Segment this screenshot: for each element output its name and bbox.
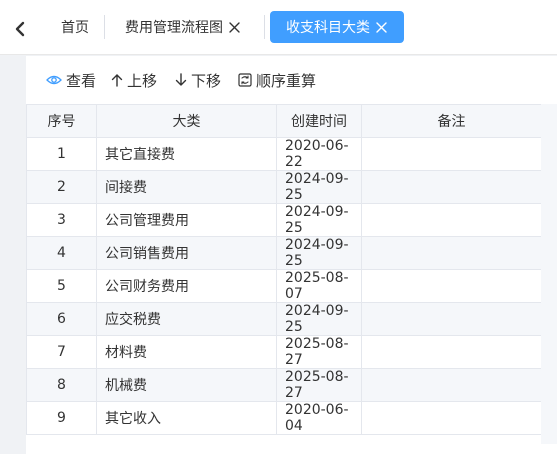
row-number: 2 — [26, 170, 97, 204]
view-button-label: 查看 — [66, 71, 97, 90]
created-date: 2020-06-22 — [276, 137, 362, 171]
category-name: 公司管理费用 — [96, 203, 277, 237]
move-down-button-label: 下移 — [191, 71, 222, 90]
tab-bar: 首页 费用管理流程图 收支科目大类 — [0, 0, 557, 55]
row-number: 7 — [26, 335, 97, 369]
table-row[interactable]: 9 其它收入 2020-06-04 — [26, 401, 542, 435]
remark-cell — [361, 401, 542, 435]
column-header-category[interactable]: 大类 — [96, 104, 277, 138]
remark-cell — [361, 203, 542, 237]
table-right-gutter — [541, 104, 557, 444]
row-number: 9 — [26, 401, 97, 435]
category-name: 公司销售费用 — [96, 236, 277, 270]
category-name: 机械费 — [96, 368, 277, 402]
created-date: 2025-08-27 — [276, 335, 362, 369]
close-icon — [376, 21, 387, 33]
table-header-row: 序号 大类 创建时间 备注 — [26, 104, 542, 138]
remark-cell — [361, 302, 542, 336]
column-header-remark[interactable]: 备注 — [361, 104, 542, 138]
table-row[interactable]: 8 机械费 2025-08-27 — [26, 368, 542, 402]
row-number: 8 — [26, 368, 97, 402]
row-number: 6 — [26, 302, 97, 336]
created-date: 2020-06-04 — [276, 401, 362, 435]
tab-fee-flow[interactable]: 费用管理流程图 — [114, 11, 240, 43]
move-up-button[interactable]: 上移 — [111, 70, 157, 90]
remark-cell — [361, 236, 542, 270]
row-number: 3 — [26, 203, 97, 237]
created-date: 2024-09-25 — [276, 302, 362, 336]
tab-income-expense-category-close[interactable] — [376, 21, 387, 33]
table-row[interactable]: 6 应交税费 2024-09-25 — [26, 302, 542, 336]
category-name: 间接费 — [96, 170, 277, 204]
remark-cell — [361, 269, 542, 303]
row-number: 5 — [26, 269, 97, 303]
reorder-button[interactable]: 顺序重算 — [238, 70, 316, 90]
table-row[interactable]: 3 公司管理费用 2024-09-25 — [26, 203, 542, 237]
tab-income-expense-category[interactable]: 收支科目大类 — [270, 11, 404, 43]
tab-home-label: 首页 — [61, 20, 89, 36]
remark-cell — [361, 335, 542, 369]
back-button[interactable] — [10, 17, 30, 41]
tab-home[interactable]: 首页 — [46, 11, 104, 43]
arrow-up-icon — [111, 74, 123, 87]
tab-fee-flow-label: 费用管理流程图 — [125, 20, 223, 36]
eye-icon — [46, 75, 62, 85]
tab-fee-flow-close[interactable] — [229, 21, 240, 33]
reorder-button-label: 顺序重算 — [256, 71, 317, 90]
remark-cell — [361, 368, 542, 402]
created-date: 2024-09-25 — [276, 170, 362, 204]
move-down-button[interactable]: 下移 — [175, 70, 221, 90]
remark-cell — [361, 137, 542, 171]
category-name: 其它直接费 — [96, 137, 277, 171]
reorder-icon — [238, 73, 252, 87]
category-name: 公司财务费用 — [96, 269, 277, 303]
category-table: 序号 大类 创建时间 备注 1 其它直接费 2020-06-22 2 间接费 2… — [26, 104, 542, 435]
table-row[interactable]: 2 间接费 2024-09-25 — [26, 170, 542, 204]
table-row[interactable]: 4 公司销售费用 2024-09-25 — [26, 236, 542, 270]
table-row[interactable]: 7 材料费 2025-08-27 — [26, 335, 542, 369]
row-number: 4 — [26, 236, 97, 270]
created-date: 2024-09-25 — [276, 236, 362, 270]
move-up-button-label: 上移 — [127, 71, 158, 90]
close-icon — [229, 21, 240, 33]
remark-cell — [361, 170, 542, 204]
category-name: 材料费 — [96, 335, 277, 369]
created-date: 2024-09-25 — [276, 203, 362, 237]
row-number: 1 — [26, 137, 97, 171]
created-date: 2025-08-27 — [276, 368, 362, 402]
tab-income-expense-category-label: 收支科目大类 — [286, 20, 370, 36]
column-header-no[interactable]: 序号 — [26, 104, 97, 138]
category-name: 其它收入 — [96, 401, 277, 435]
table-row[interactable]: 1 其它直接费 2020-06-22 — [26, 137, 542, 171]
table-row[interactable]: 5 公司财务费用 2025-08-07 — [26, 269, 542, 303]
arrow-down-icon — [175, 73, 187, 86]
chevron-left-icon — [15, 21, 25, 37]
tab-divider — [104, 15, 105, 39]
view-button[interactable]: 查看 — [46, 70, 96, 90]
created-date: 2025-08-07 — [276, 269, 362, 303]
column-header-created[interactable]: 创建时间 — [276, 104, 362, 138]
tab-divider — [264, 15, 265, 39]
category-name: 应交税费 — [96, 302, 277, 336]
